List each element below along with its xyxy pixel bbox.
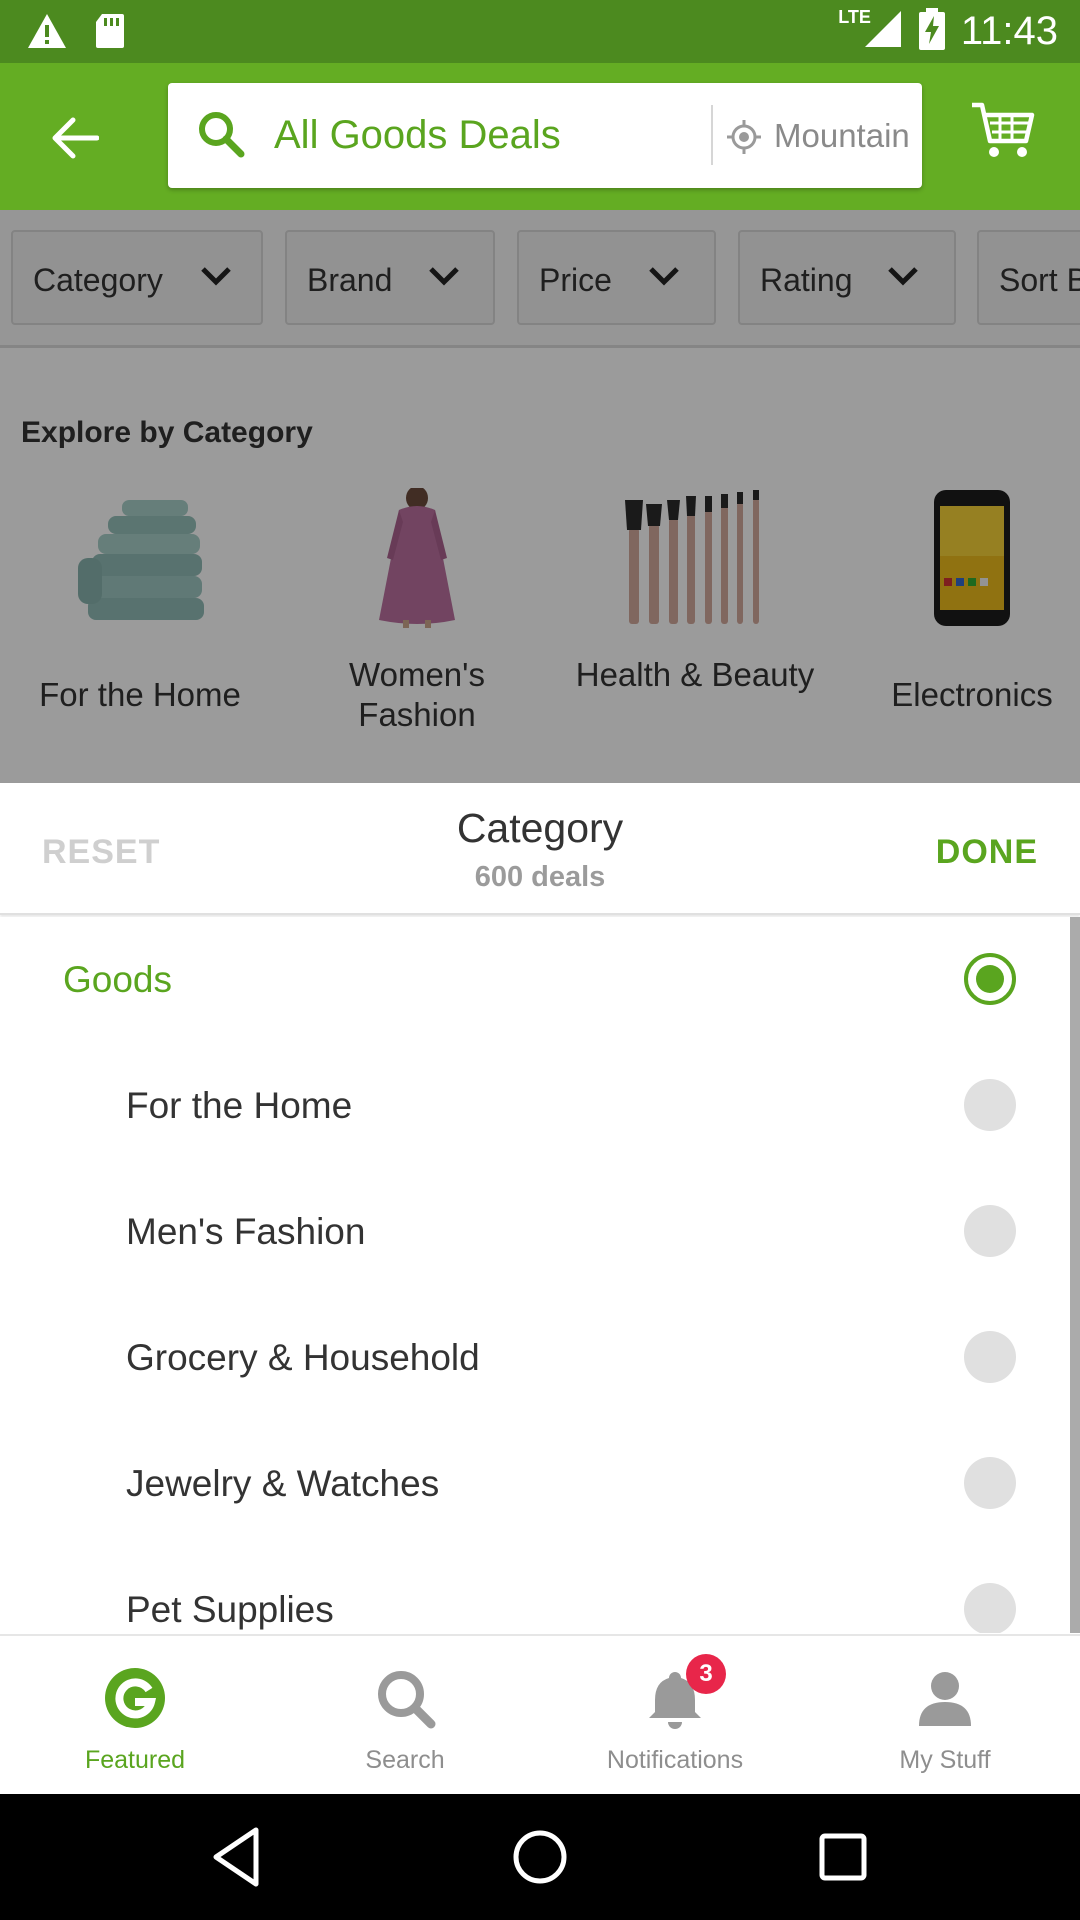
radio-button-selected[interactable] [964,953,1016,1005]
warning-icon [26,12,68,55]
search-bar[interactable]: All Goods Deals Mountain View [168,83,922,188]
deal-count: 600 deals [474,861,606,893]
nav-label: Featured [84,1746,186,1774]
radio-button[interactable] [964,1457,1016,1509]
system-navigation-bar [0,1794,1080,1920]
nav-notifications[interactable]: 3 Notifications [540,1636,810,1796]
option-label: Grocery & Household [126,1337,480,1378]
radio-button[interactable] [964,1205,1016,1257]
option-label: Men's Fashion [126,1211,366,1252]
person-icon [919,1672,971,1726]
notification-badge: 3 [686,1654,726,1694]
modal-scrim[interactable] [0,210,1080,783]
nav-featured[interactable]: Featured [0,1636,270,1796]
search-icon [196,109,246,164]
option-label: Jewelry & Watches [126,1463,440,1504]
nav-label: My Stuff [899,1746,991,1774]
clock: 11:43 [960,9,1058,53]
category-options-list[interactable]: Goods For the Home Men's Fashion Grocery… [0,917,1080,1633]
bottom-navigation: Featured Search 3 Notifications My Stuff [0,1634,1080,1794]
status-bar: LTE 11:43 [0,0,1080,63]
option-label: Pet Supplies [126,1589,334,1630]
network-type-label: LTE [838,7,871,27]
option-label: For the Home [126,1085,353,1126]
nav-label: Search [365,1746,445,1774]
search-icon [378,1671,436,1729]
search-query[interactable]: All Goods Deals [274,113,561,158]
option-label: Goods [63,959,173,1000]
option-mens-fashion[interactable]: Men's Fashion [0,1169,1070,1295]
sd-card-icon [94,12,126,55]
system-back-icon[interactable] [204,1824,270,1890]
radio-button[interactable] [964,1331,1016,1383]
option-jewelry-watches[interactable]: Jewelry & Watches [0,1421,1070,1547]
groupon-g-icon [105,1668,165,1728]
sheet-title: Category [456,805,624,851]
system-home-icon[interactable] [507,1824,573,1890]
option-for-the-home[interactable]: For the Home [0,1043,1070,1169]
back-arrow-icon [52,117,99,159]
category-sheet-header: RESET Category 600 deals DONE [0,783,1080,915]
search-divider [711,105,713,165]
option-grocery-household[interactable]: Grocery & Household [0,1295,1070,1421]
battery-charging-icon [918,8,945,55]
option-goods[interactable]: Goods [0,917,1070,1043]
cart-icon [972,102,1035,157]
nav-search[interactable]: Search [270,1636,540,1796]
system-recents-icon[interactable] [810,1824,876,1890]
radio-button[interactable] [964,1583,1016,1633]
scrollbar[interactable] [1070,917,1080,1633]
location-icon [726,119,762,160]
back-button[interactable] [40,103,110,173]
radio-button[interactable] [964,1079,1016,1131]
location-field[interactable]: Mountain View [774,117,909,155]
cart-button[interactable] [970,101,1050,173]
app-bar: All Goods Deals Mountain View [0,63,1080,210]
nav-label: Notifications [606,1746,744,1774]
done-button[interactable]: DONE [936,833,1038,872]
nav-my-stuff[interactable]: My Stuff [810,1636,1080,1796]
option-pet-supplies[interactable]: Pet Supplies [0,1547,1070,1633]
